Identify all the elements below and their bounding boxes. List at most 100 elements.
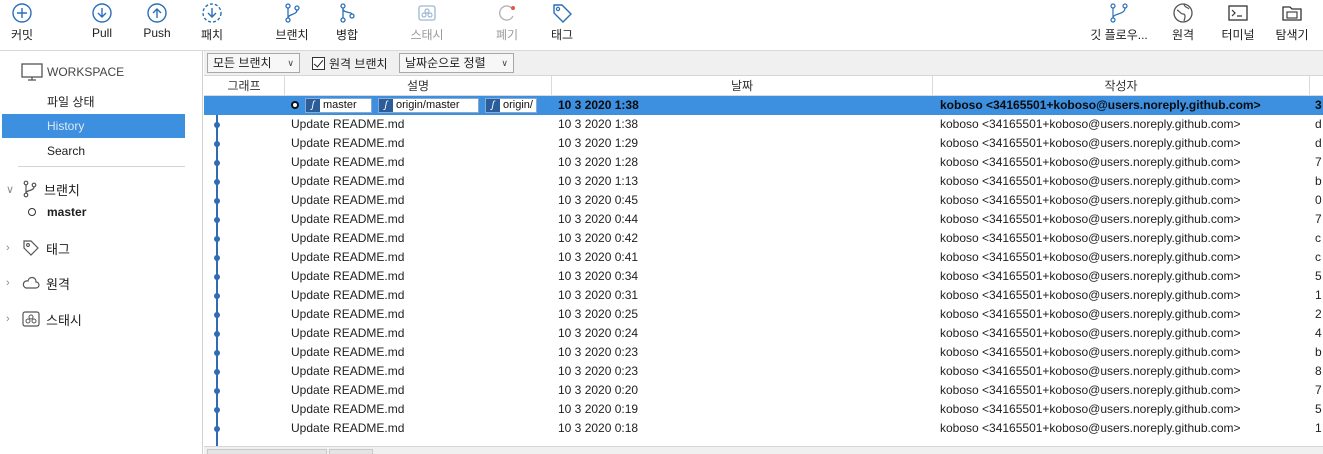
commit-row[interactable]: Update README.md 10 3 2020 0:19 koboso <34… [204, 400, 1323, 419]
sort-dropdown-value: 날짜순으로 정렬 [405, 56, 486, 70]
discard-button[interactable]: 폐기 [490, 0, 524, 50]
bottom-panel-tabs [204, 446, 1323, 454]
commit-button[interactable]: 커밋 [4, 0, 40, 50]
commit-row[interactable]: Update README.md 10 3 2020 1:29 koboso <34… [204, 134, 1323, 153]
commit-description: Update README.md [291, 381, 549, 400]
chevron-right-icon[interactable]: › [6, 313, 20, 325]
commit-row[interactable]: Update README.md 10 3 2020 0:42 koboso <34… [204, 229, 1323, 248]
stashes-label: 스태시 [46, 312, 82, 328]
sidebar-branch-master[interactable]: master [28, 205, 86, 219]
commit-description: Update README.md [291, 305, 549, 324]
tag-button[interactable]: 태그 [545, 0, 579, 50]
sidebar-group-stashes[interactable]: › 스태시 [6, 307, 82, 331]
sidebar-item-file-status[interactable]: 파일 상태 [2, 90, 185, 114]
gitflow-label: 깃 플로우... [1090, 28, 1148, 42]
commit-message: Update README.md [291, 326, 405, 340]
commit-row[interactable]: Update README.md 10 3 2020 1:38 koboso <34… [204, 115, 1323, 134]
commit-description: Update README.md [291, 191, 549, 210]
commit-description: Update README.md [291, 210, 549, 229]
commit-date: 10 3 2020 1:28 [558, 155, 639, 169]
commit-author: koboso <34165501+koboso@users.noreply.gi… [940, 364, 1241, 378]
commit-description: Update README.md [291, 324, 549, 343]
sidebar-group-branches[interactable]: ∨ 브랜치 [6, 177, 80, 201]
column-hash[interactable] [1310, 76, 1323, 96]
gitflow-button[interactable]: 깃 플로우... [1086, 0, 1152, 50]
fetch-label: 패치 [200, 28, 224, 42]
branches-dropdown-value: 모든 브랜치 [213, 56, 272, 70]
commit-list[interactable]: ʃ master ʃ origin/master ʃ origin/10 3 2020 1… [204, 96, 1323, 448]
discard-label: 폐기 [495, 28, 519, 42]
merge-button[interactable]: 병합 [330, 0, 364, 50]
branch-name: master [47, 205, 87, 219]
commit-hash: 7 [1315, 155, 1322, 169]
column-date[interactable]: 날짜 [552, 76, 933, 96]
chevron-right-icon[interactable]: › [6, 242, 20, 254]
commit-row[interactable]: Update README.md 10 3 2020 0:20 koboso <34… [204, 381, 1323, 400]
branch-ref-name: master [323, 99, 357, 111]
commit-date: 10 3 2020 1:13 [558, 174, 639, 188]
commit-date: 10 3 2020 0:20 [558, 383, 639, 397]
commit-row[interactable]: Update README.md 10 3 2020 0:31 koboso <34… [204, 286, 1323, 305]
commit-row[interactable]: Update README.md 10 3 2020 0:34 koboso <34… [204, 267, 1323, 286]
commit-description: Update README.md [291, 286, 549, 305]
branch-button[interactable]: 브랜치 [272, 0, 312, 50]
terminal-button[interactable]: 터미널 [1218, 0, 1258, 50]
commit-hash: 7 [1315, 383, 1322, 397]
fetch-button[interactable]: 패치 [194, 0, 230, 50]
commit-author: koboso <34165501+koboso@users.noreply.gi… [940, 231, 1241, 245]
commit-hash: 5 [1315, 269, 1322, 283]
column-graph[interactable]: 그래프 [204, 76, 285, 96]
chevron-down-icon[interactable]: ∨ [6, 183, 20, 196]
sidebar-group-tags[interactable]: › 태그 [6, 236, 70, 260]
workspace-header: WORKSPACE [21, 63, 124, 81]
branch-icon [285, 3, 300, 23]
commit-description: Update README.md [291, 267, 549, 286]
commit-row[interactable]: Update README.md 10 3 2020 0:44 koboso <34… [204, 210, 1323, 229]
commit-row[interactable]: Update README.md 10 3 2020 0:23 koboso <34… [204, 362, 1323, 381]
remote-branches-checkbox[interactable] [312, 57, 325, 70]
commit-hash: 3 [1315, 98, 1322, 112]
commit-row[interactable]: Update README.md 10 3 2020 0:18 koboso <34… [204, 419, 1323, 438]
push-label: Push [143, 26, 171, 40]
commit-row[interactable]: ʃ master ʃ origin/master ʃ origin/10 3 2020 1… [204, 96, 1323, 115]
bottom-tab[interactable] [329, 449, 373, 454]
branch-ref-label: ʃ origin/ [485, 98, 537, 113]
commit-row[interactable]: Update README.md 10 3 2020 0:23 koboso <34… [204, 343, 1323, 362]
commit-description: ʃ master ʃ origin/master ʃ origin/ [291, 96, 549, 115]
column-author[interactable]: 작성자 [933, 76, 1310, 96]
commit-message: Update README.md [291, 345, 405, 359]
commit-date: 10 3 2020 0:23 [558, 364, 639, 378]
remote-button[interactable]: 원격 [1166, 0, 1200, 50]
bottom-tab[interactable] [207, 449, 327, 454]
commit-description: Update README.md [291, 229, 549, 248]
sidebar-group-remotes[interactable]: › 원격 [6, 271, 70, 295]
sidebar-item-search[interactable]: Search [2, 139, 185, 163]
explorer-button[interactable]: 탐색기 [1272, 0, 1312, 50]
commit-hash: c [1315, 231, 1321, 245]
push-button[interactable]: Push [139, 0, 175, 50]
stash-button[interactable]: 스태시 [406, 0, 448, 50]
column-description[interactable]: 설명 [285, 76, 552, 96]
remote-branches-toggle[interactable]: 원격 브랜치 [312, 55, 388, 72]
commit-row[interactable]: Update README.md 10 3 2020 1:28 koboso <34… [204, 153, 1323, 172]
commit-row[interactable]: Update README.md 10 3 2020 0:45 koboso <34… [204, 191, 1323, 210]
commit-row[interactable]: Update README.md 10 3 2020 0:41 koboso <34… [204, 248, 1323, 267]
sort-dropdown[interactable]: 날짜순으로 정렬 ∨ [399, 53, 514, 73]
commit-message: Update README.md [291, 307, 405, 321]
sidebar-item-label: Search [47, 144, 86, 158]
commit-author: koboso <34165501+koboso@users.noreply.gi… [940, 421, 1241, 435]
branch-icon [22, 180, 38, 198]
branch-icon: ʃ [379, 99, 393, 112]
commit-message: Update README.md [291, 402, 405, 416]
branch-ref-label: ʃ master [305, 98, 372, 113]
sidebar-item-history[interactable]: History [2, 114, 185, 138]
discard-icon [498, 5, 515, 21]
commit-author: koboso <34165501+koboso@users.noreply.gi… [940, 193, 1241, 207]
branches-dropdown[interactable]: 모든 브랜치 ∨ [207, 53, 300, 73]
commit-message: Update README.md [291, 364, 405, 378]
pull-button[interactable]: Pull [84, 0, 120, 50]
commit-row[interactable]: Update README.md 10 3 2020 0:24 koboso <34… [204, 324, 1323, 343]
chevron-right-icon[interactable]: › [6, 277, 20, 289]
commit-row[interactable]: Update README.md 10 3 2020 1:13 koboso <34… [204, 172, 1323, 191]
commit-row[interactable]: Update README.md 10 3 2020 0:25 koboso <34… [204, 305, 1323, 324]
